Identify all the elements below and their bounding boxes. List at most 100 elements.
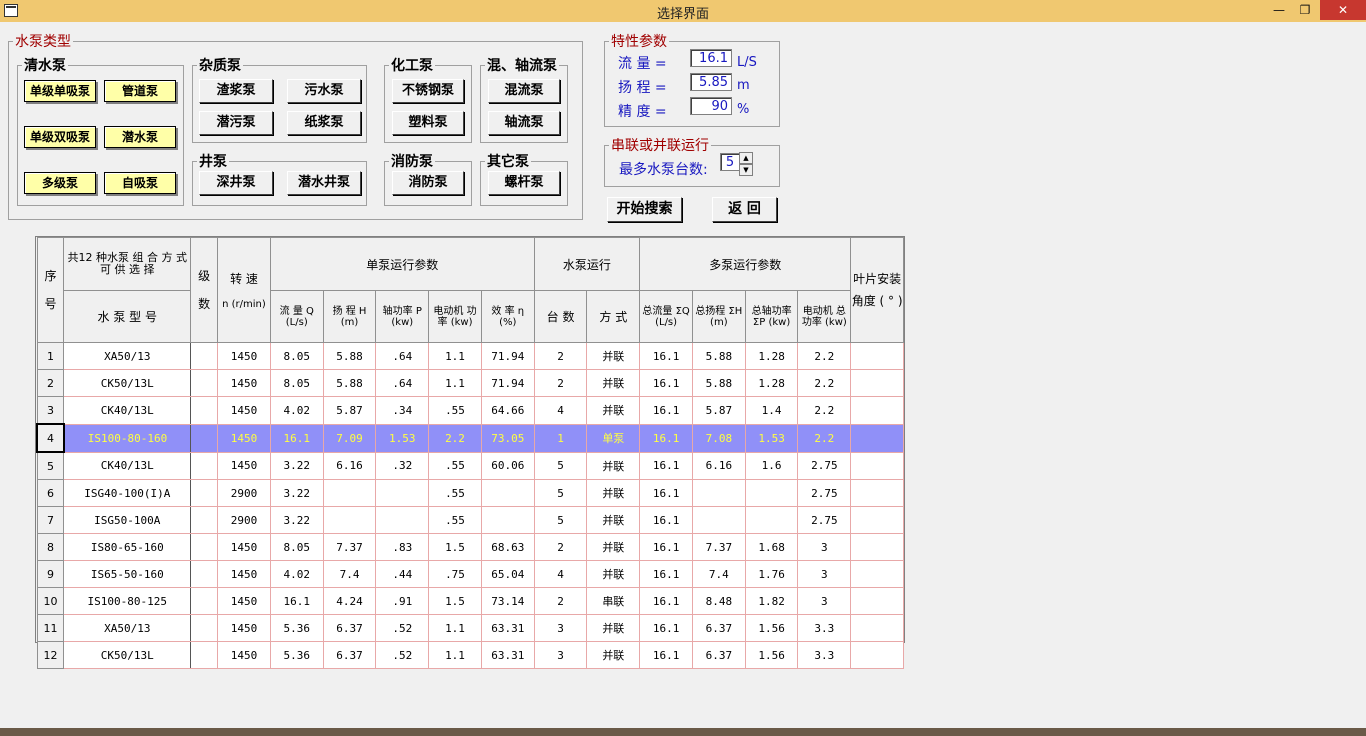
cell-count[interactable]: 5 bbox=[534, 506, 588, 534]
cell-blade[interactable] bbox=[850, 369, 904, 397]
cell-shaft[interactable]: .32 bbox=[375, 452, 430, 480]
cell-blade[interactable] bbox=[850, 641, 904, 669]
cell-count[interactable]: 2 bbox=[534, 342, 588, 370]
cell-shaft[interactable]: 1.53 bbox=[375, 424, 430, 453]
screw-pump-button[interactable]: 螺杆泵 bbox=[488, 171, 560, 195]
cell-total-head[interactable]: 5.87 bbox=[692, 396, 746, 425]
cell-total-shaft[interactable]: 1.76 bbox=[745, 560, 799, 588]
cell-model[interactable]: IS100-80-160 bbox=[63, 424, 192, 453]
start-search-button[interactable]: 开始搜索 bbox=[607, 197, 682, 222]
cell-model[interactable]: CK50/13L bbox=[63, 369, 192, 397]
precision-input[interactable]: 90 bbox=[690, 97, 732, 115]
max-pump-count-input[interactable]: 5 bbox=[720, 153, 740, 171]
cell-stage[interactable] bbox=[190, 479, 219, 507]
cell-total-shaft[interactable]: 1.56 bbox=[745, 614, 799, 642]
cell-total-head[interactable]: 8.48 bbox=[692, 587, 746, 615]
cell-eff[interactable]: 71.94 bbox=[481, 369, 535, 397]
cell-flow[interactable]: 5.36 bbox=[270, 641, 324, 669]
close-button[interactable]: ✕ bbox=[1320, 0, 1366, 20]
cell-total-head[interactable]: 5.88 bbox=[692, 369, 746, 397]
cell-total-flow[interactable]: 16.1 bbox=[639, 506, 693, 534]
cell-count[interactable]: 1 bbox=[534, 424, 588, 453]
cell-motor[interactable]: .55 bbox=[428, 452, 482, 480]
cell-total-flow[interactable]: 16.1 bbox=[639, 396, 693, 425]
fire-pump-button[interactable]: 消防泵 bbox=[392, 171, 464, 195]
cell-total-flow[interactable]: 16.1 bbox=[639, 587, 693, 615]
deep-well-pump-button[interactable]: 深井泵 bbox=[199, 171, 273, 195]
cell-count[interactable]: 2 bbox=[534, 587, 588, 615]
slurry-pump-button[interactable]: 渣浆泵 bbox=[199, 79, 273, 103]
cell-seq[interactable]: 7 bbox=[36, 506, 65, 534]
plastic-pump-button[interactable]: 塑料泵 bbox=[392, 111, 464, 135]
table-row[interactable]: 4 IS100-80-160 1450 16.1 7.09 1.53 2.2 73.05 1 单泵… bbox=[36, 423, 904, 453]
cell-shaft[interactable]: .91 bbox=[375, 587, 430, 615]
cell-eff[interactable]: 73.05 bbox=[481, 424, 535, 453]
cell-blade[interactable] bbox=[850, 506, 904, 534]
cell-speed[interactable]: 1450 bbox=[217, 396, 271, 425]
cell-speed[interactable]: 2900 bbox=[217, 506, 271, 534]
multistage-pump-button[interactable]: 多级泵 bbox=[24, 172, 96, 194]
spinner-down-icon[interactable]: ▼ bbox=[739, 164, 753, 176]
cell-head[interactable]: 5.87 bbox=[323, 396, 377, 425]
cell-head[interactable]: 7.4 bbox=[323, 560, 377, 588]
flow-input[interactable]: 16.1 bbox=[690, 49, 732, 67]
table-row[interactable]: 12 CK50/13L 1450 5.36 6.37.52 1.1 63.31 3 并联 16.1… bbox=[36, 641, 904, 669]
cell-seq[interactable]: 4 bbox=[36, 423, 65, 453]
cell-head[interactable]: 5.88 bbox=[323, 342, 377, 370]
table-row[interactable]: 2 CK50/13L 1450 8.05 5.88.64 1.1 71.94 2 并联 16.1 5… bbox=[36, 369, 904, 397]
cell-total-motor[interactable]: 3.3 bbox=[797, 641, 852, 669]
cell-seq[interactable]: 8 bbox=[36, 533, 65, 561]
cell-total-flow[interactable]: 16.1 bbox=[639, 614, 693, 642]
cell-blade[interactable] bbox=[850, 452, 904, 480]
cell-motor[interactable]: 1.1 bbox=[428, 641, 482, 669]
cell-shaft[interactable]: .83 bbox=[375, 533, 430, 561]
cell-count[interactable]: 2 bbox=[534, 369, 588, 397]
axial-flow-pump-button[interactable]: 轴流泵 bbox=[488, 111, 560, 135]
table-row[interactable]: 5 CK40/13L 1450 3.22 6.16.32.55 60.06 5 并联 16.1 6… bbox=[36, 451, 904, 480]
cell-total-head[interactable]: 7.37 bbox=[692, 533, 746, 561]
table-row[interactable]: 3 CK40/13L 1450 4.02 5.87.34.55 64.66 4 并联 16.1 5… bbox=[36, 396, 904, 425]
cell-total-shaft[interactable] bbox=[745, 506, 799, 534]
cell-stage[interactable] bbox=[190, 614, 219, 642]
cell-eff[interactable]: 63.31 bbox=[481, 641, 535, 669]
cell-motor[interactable]: .55 bbox=[428, 506, 482, 534]
cell-eff[interactable] bbox=[481, 506, 535, 534]
table-row[interactable]: 8 IS80-65-160 1450 8.05 7.37.83 1.5 68.63 2 并联 16… bbox=[36, 533, 904, 561]
cell-total-head[interactable] bbox=[692, 506, 746, 534]
back-button[interactable]: 返 回 bbox=[712, 197, 777, 222]
cell-blade[interactable] bbox=[850, 424, 904, 453]
pipeline-pump-button[interactable]: 管道泵 bbox=[104, 80, 176, 102]
cell-seq[interactable]: 11 bbox=[36, 614, 65, 642]
cell-eff[interactable]: 71.94 bbox=[481, 342, 535, 370]
cell-total-flow[interactable]: 16.1 bbox=[639, 641, 693, 669]
cell-flow[interactable]: 16.1 bbox=[270, 587, 324, 615]
cell-count[interactable]: 3 bbox=[534, 614, 588, 642]
cell-total-motor[interactable]: 2.2 bbox=[797, 342, 852, 370]
cell-stage[interactable] bbox=[190, 452, 219, 480]
table-row[interactable]: 9 IS65-50-160 1450 4.02 7.4.44.75 65.04 4 并联 16.… bbox=[36, 560, 904, 588]
cell-head[interactable]: 7.09 bbox=[323, 424, 377, 453]
cell-flow[interactable]: 8.05 bbox=[270, 369, 324, 397]
cell-motor[interactable]: .55 bbox=[428, 396, 482, 425]
cell-shaft[interactable]: .64 bbox=[375, 342, 430, 370]
table-row[interactable]: 1 XA50/13 1450 8.05 5.88.64 1.1 71.94 2 并联 16.1 5.… bbox=[36, 342, 904, 370]
cell-total-shaft[interactable] bbox=[745, 479, 799, 507]
cell-model[interactable]: CK40/13L bbox=[63, 452, 192, 480]
cell-count[interactable]: 4 bbox=[534, 560, 588, 588]
cell-stage[interactable] bbox=[190, 641, 219, 669]
cell-total-flow[interactable]: 16.1 bbox=[639, 452, 693, 480]
table-row[interactable]: 10 IS100-80-125 1450 16.1 4.24.91 1.5 73.14 2 串联… bbox=[36, 587, 904, 615]
cell-seq[interactable]: 1 bbox=[36, 342, 65, 370]
cell-total-shaft[interactable]: 1.28 bbox=[745, 369, 799, 397]
cell-mode[interactable]: 并联 bbox=[586, 369, 641, 397]
cell-stage[interactable] bbox=[190, 342, 219, 370]
cell-motor[interactable]: 1.1 bbox=[428, 614, 482, 642]
cell-blade[interactable] bbox=[850, 533, 904, 561]
minimize-button[interactable]: — bbox=[1266, 0, 1292, 20]
cell-total-head[interactable]: 7.08 bbox=[692, 424, 746, 453]
cell-blade[interactable] bbox=[850, 479, 904, 507]
cell-model[interactable]: XA50/13 bbox=[63, 614, 192, 642]
table-row[interactable]: 7 ISG50-100A 2900 3.22 .55 5 并联 16.1 2.75 bbox=[36, 506, 904, 534]
cell-model[interactable]: ISG40-100(I)A bbox=[63, 479, 192, 507]
cell-eff[interactable]: 73.14 bbox=[481, 587, 535, 615]
